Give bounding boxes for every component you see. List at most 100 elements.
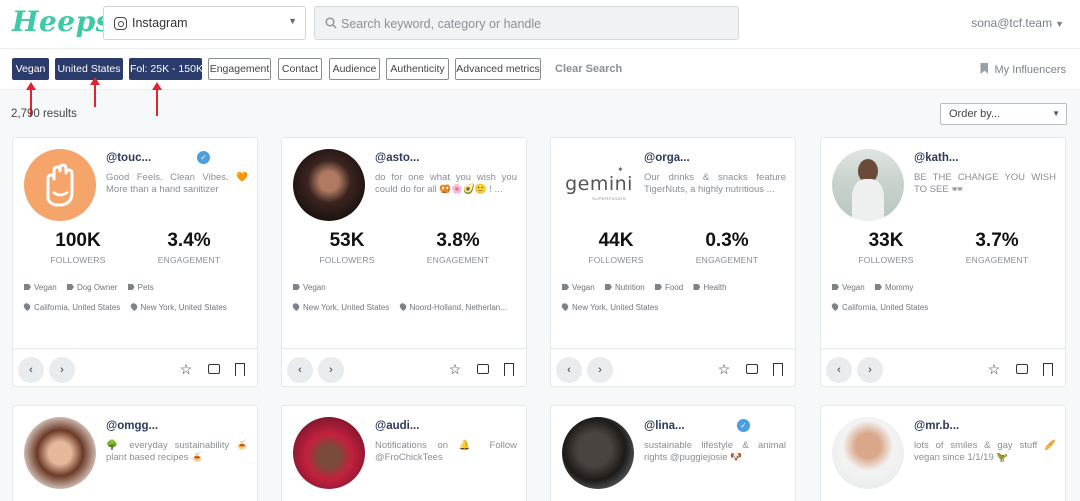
influencer-handle[interactable]: @kath... [914, 152, 958, 164]
location: New York, United States [128, 301, 227, 312]
star-icon[interactable]: ☆ [987, 362, 1001, 376]
engagement-stat: 3.4% ENGAGEMENT [139, 230, 239, 265]
bookmark-icon [980, 63, 989, 74]
star-icon[interactable]: ☆ [179, 362, 193, 376]
influencer-handle[interactable]: @omgg... [106, 420, 158, 432]
filter-chip-country[interactable]: United States [55, 58, 123, 80]
bookmark-icon[interactable] [504, 363, 514, 376]
bookmark-icon[interactable] [1043, 363, 1053, 376]
followers-label: FOLLOWERS [319, 255, 375, 265]
influencer-card[interactable]: @asto... do for one what you wish you co… [281, 137, 527, 387]
tag: Vegan [832, 283, 865, 292]
chevron-right-icon[interactable]: › [318, 357, 344, 383]
influencer-bio: do for one what you wish you could do fo… [375, 172, 517, 195]
avatar[interactable] [562, 417, 634, 489]
comment-icon[interactable] [208, 364, 220, 374]
chevron-left-icon[interactable]: ‹ [287, 357, 313, 383]
annotation-arrow [90, 77, 100, 107]
avatar[interactable] [24, 149, 96, 221]
clear-search-link[interactable]: Clear Search [555, 63, 622, 75]
influencer-bio: Our drinks & snacks feature TigerNuts, a… [644, 172, 786, 195]
filter-chip-vegan[interactable]: Vegan [12, 58, 49, 80]
tag: Dog Owner [66, 283, 117, 292]
star-icon[interactable]: ☆ [448, 362, 462, 376]
tag: Vegan [293, 283, 326, 292]
filter-contact-button[interactable]: Contact [278, 58, 322, 80]
followers-stat: 44K FOLLOWERS [566, 230, 666, 265]
chevron-down-icon: ▼ [1055, 19, 1064, 29]
gemini-logo-text: gemini [565, 173, 633, 195]
hand-logo-icon [46, 163, 74, 207]
account-email: sona@tcf.team [971, 16, 1053, 30]
location: California, United States [22, 301, 120, 312]
avatar[interactable] [832, 417, 904, 489]
pin-icon [291, 301, 301, 312]
avatar[interactable] [24, 417, 96, 489]
influencer-bio: Notifications on 🔔 Follow @FroChickTees [375, 440, 517, 463]
verified-badge-icon: ✓ [737, 419, 750, 432]
tag: Food [654, 283, 683, 292]
tag: Vegan [24, 283, 57, 292]
engagement-label: ENGAGEMENT [426, 255, 490, 265]
avatar[interactable] [293, 417, 365, 489]
influencer-card[interactable]: @lina... ✓ sustainable lifestyle & anima… [550, 405, 796, 501]
tag: Pets [127, 283, 154, 292]
chevron-right-icon[interactable]: › [857, 357, 883, 383]
star-icon[interactable]: ☆ [717, 362, 731, 376]
followers-label: FOLLOWERS [588, 255, 644, 265]
chevron-down-icon: ▼ [288, 16, 297, 26]
influencer-handle[interactable]: @mr.b... [914, 420, 959, 432]
pin-icon [128, 301, 139, 312]
tag-icon [693, 284, 701, 290]
engagement-value: 3.4% [167, 230, 211, 251]
influencer-card[interactable]: @audi... Notifications on 🔔 Follow @FroC… [281, 405, 527, 501]
bookmark-icon[interactable] [773, 363, 783, 376]
influencer-card[interactable]: gemini SUPERFOODS ✦ @orga... Our drinks … [550, 137, 796, 387]
avatar[interactable] [293, 149, 365, 221]
influencer-handle[interactable]: @lina... [644, 420, 685, 432]
comment-icon[interactable] [477, 364, 489, 374]
filter-authenticity-button[interactable]: Authenticity [386, 58, 449, 80]
platform-select[interactable]: Instagram ▼ [103, 6, 306, 40]
my-influencers-link[interactable]: My Influencers [980, 63, 1066, 76]
engagement-label: ENGAGEMENT [965, 255, 1029, 265]
engagement-stat: 0.3% ENGAGEMENT [677, 230, 777, 265]
influencer-bio: 🌳 everyday sustainability 🍝 plant based … [106, 440, 248, 463]
followers-label: FOLLOWERS [858, 255, 914, 265]
influencer-handle[interactable]: @orga... [644, 152, 690, 164]
filter-audience-button[interactable]: Audience [329, 58, 380, 80]
influencer-card[interactable]: @omgg... 🌳 everyday sustainability 🍝 pla… [12, 405, 258, 501]
avatar[interactable] [832, 149, 904, 221]
tag-icon [832, 284, 839, 290]
influencer-handle[interactable]: @audi... [375, 420, 419, 432]
location-list: New York, United States [560, 301, 666, 312]
search-box[interactable] [314, 6, 739, 40]
chevron-right-icon[interactable]: › [587, 357, 613, 383]
influencer-handle[interactable]: @touc... [106, 152, 151, 164]
filter-advanced-metrics-button[interactable]: Advanced metrics [455, 58, 541, 80]
filter-engagement-button[interactable]: Engagement [208, 58, 271, 80]
tag-icon [66, 284, 74, 290]
card-footer: ‹ › ☆ [282, 348, 526, 388]
influencer-card[interactable]: @touc... ✓ Good Feels. Clean Vibes. 🧡 Mo… [12, 137, 258, 387]
influencer-card[interactable]: @kath... BE THE CHANGE YOU WISH TO SEE 🕶… [820, 137, 1066, 387]
followers-stat: 33K FOLLOWERS [836, 230, 936, 265]
engagement-value: 3.7% [975, 230, 1019, 251]
order-by-select[interactable]: Order by... ▼ [940, 103, 1067, 125]
influencer-bio: Good Feels. Clean Vibes. 🧡 More than a h… [106, 172, 248, 195]
chevron-left-icon[interactable]: ‹ [556, 357, 582, 383]
comment-icon[interactable] [746, 364, 758, 374]
filter-chip-followers[interactable]: Fol: 25K - 150K [129, 58, 203, 80]
tag-icon [293, 284, 300, 290]
avatar[interactable]: gemini SUPERFOODS ✦ [562, 149, 634, 221]
influencer-handle[interactable]: @asto... [375, 152, 419, 164]
chevron-left-icon[interactable]: ‹ [826, 357, 852, 383]
chevron-left-icon[interactable]: ‹ [18, 357, 44, 383]
chevron-right-icon[interactable]: › [49, 357, 75, 383]
influencer-card[interactable]: @mr.b... lots of smiles & gay stuff 🥖 ve… [820, 405, 1066, 501]
bookmark-icon[interactable] [235, 363, 245, 376]
comment-icon[interactable] [1016, 364, 1028, 374]
search-input[interactable] [341, 11, 721, 37]
followers-value: 33K [868, 230, 904, 251]
account-menu[interactable]: sona@tcf.team ▼ [971, 16, 1064, 30]
